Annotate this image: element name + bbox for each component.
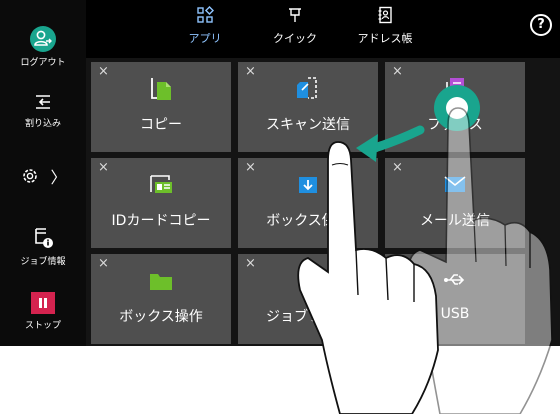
- address-book-icon: [378, 6, 392, 24]
- quick-pin-icon: [289, 8, 301, 22]
- close-icon[interactable]: ×: [392, 160, 403, 175]
- mail-icon: [444, 176, 466, 192]
- tile-label: スキャン送信: [266, 117, 350, 133]
- tile-usb[interactable]: × USB: [385, 254, 525, 344]
- tile-label: IDカードコピー: [111, 213, 211, 229]
- close-icon[interactable]: ×: [392, 256, 403, 271]
- stop-label: ストップ: [24, 321, 61, 331]
- tile-fax[interactable]: × ファクス: [385, 62, 525, 152]
- tile-box-save[interactable]: × ボックス保存: [238, 158, 378, 248]
- apps-grid-icon: [197, 5, 215, 23]
- device-screen: ログアウト 割り込み 〉 ジョブ情報 ストップ アプリ クイック アドレス帳 ?…: [0, 0, 560, 346]
- tile-copy[interactable]: × コピー: [91, 62, 231, 152]
- tab-quick-label: クイック: [273, 32, 317, 45]
- tile-id-card-copy[interactable]: × IDカードコピー: [91, 158, 231, 248]
- chevron-right-icon: 〉: [50, 168, 67, 187]
- logout-button[interactable]: ログアウト: [0, 26, 86, 68]
- tile-mail-send[interactable]: × メール送信: [385, 158, 525, 248]
- tile-label: ボックス保存: [266, 213, 350, 229]
- fax-icon: [446, 78, 464, 99]
- close-icon[interactable]: ×: [245, 256, 256, 271]
- logout-label: ログアウト: [20, 58, 66, 68]
- top-tab-bar: アプリ クイック アドレス帳 ?: [86, 0, 560, 58]
- tile-job-flow[interactable]: × ジョブフロー: [238, 254, 378, 344]
- tile-label: USB: [440, 306, 470, 322]
- close-icon[interactable]: ×: [98, 64, 109, 79]
- sidebar: ログアウト 割り込み 〉 ジョブ情報 ストップ: [0, 0, 86, 346]
- app-grid: × コピー × スキャン送信 × ファクス × IDカードコピー × ボックス保…: [86, 58, 560, 346]
- tile-label: メール送信: [420, 213, 490, 229]
- tab-apps-label: アプリ: [188, 32, 222, 45]
- stop-button[interactable]: ストップ: [0, 292, 86, 331]
- close-icon[interactable]: ×: [98, 160, 109, 175]
- copy-icon: [151, 78, 171, 100]
- close-icon[interactable]: ×: [245, 64, 256, 79]
- close-icon[interactable]: ×: [245, 160, 256, 175]
- help-icon[interactable]: ?: [530, 14, 552, 36]
- job-info-icon: [35, 228, 53, 248]
- folder-icon: [150, 274, 172, 290]
- gear-icon: [23, 169, 38, 183]
- id-card-copy-icon: [150, 175, 172, 193]
- tab-address-book[interactable]: アドレス帳: [340, 6, 430, 46]
- tab-apps[interactable]: アプリ: [160, 5, 250, 46]
- tile-box-operation[interactable]: × ボックス操作: [91, 254, 231, 344]
- close-icon[interactable]: ×: [98, 256, 109, 271]
- tile-label: ジョブフロー: [266, 309, 350, 325]
- tile-label: コピー: [140, 117, 182, 133]
- scan-send-icon: [297, 77, 317, 99]
- tile-label: ファクス: [427, 117, 483, 133]
- tile-scan-send[interactable]: × スキャン送信: [238, 62, 378, 152]
- stop-icon: [31, 292, 55, 314]
- box-save-icon: [299, 177, 317, 193]
- settings-button[interactable]: 〉: [0, 164, 86, 188]
- tab-address-book-label: アドレス帳: [357, 32, 413, 45]
- close-icon[interactable]: ×: [392, 64, 403, 79]
- tile-label: ボックス操作: [119, 309, 203, 325]
- usb-icon: [444, 274, 465, 285]
- job-info-label: ジョブ情報: [20, 257, 66, 267]
- tab-quick[interactable]: クイック: [250, 6, 340, 46]
- job-flow-icon: [298, 269, 318, 291]
- user-icon: [30, 26, 56, 52]
- interrupt-label: 割り込み: [24, 119, 61, 129]
- job-info-button[interactable]: ジョブ情報: [0, 226, 86, 267]
- interrupt-button[interactable]: 割り込み: [0, 92, 86, 129]
- interrupt-icon: [36, 95, 50, 109]
